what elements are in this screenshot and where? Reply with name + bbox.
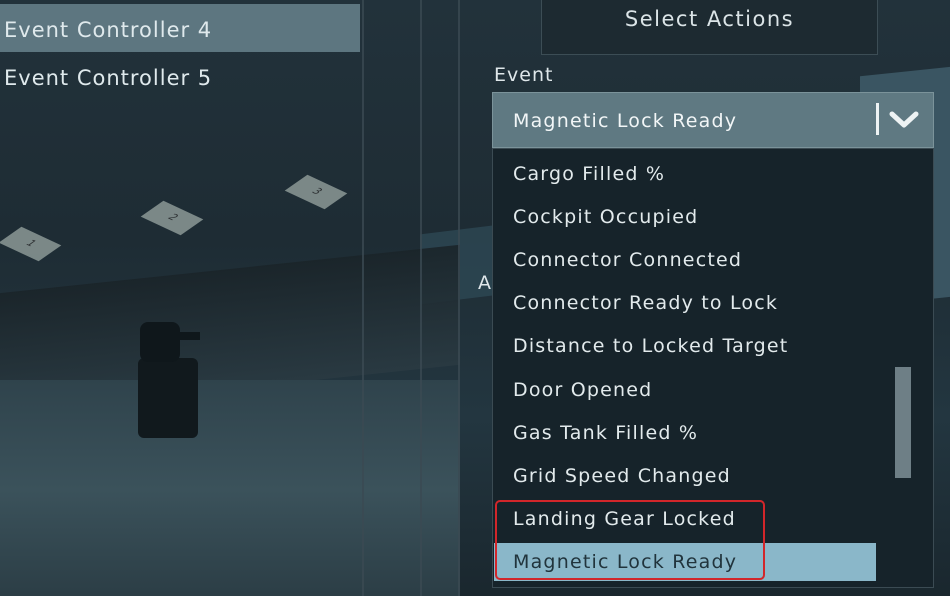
panel-divider xyxy=(362,0,364,596)
option-connector-connected[interactable]: Connector Connected xyxy=(494,241,876,279)
event-dropdown[interactable]: Magnetic Lock Ready xyxy=(492,92,934,148)
highlight-annotation-box xyxy=(495,500,765,580)
option-distance-to-locked-target[interactable]: Distance to Locked Target xyxy=(494,327,876,365)
option-gas-tank-filled[interactable]: Gas Tank Filled % xyxy=(494,414,876,452)
select-actions-button[interactable]: Select Actions xyxy=(541,0,878,55)
list-item-event-controller-4[interactable]: Event Controller 4 xyxy=(0,4,360,52)
scene-tag-3: 3 xyxy=(284,174,348,210)
option-grid-speed-changed[interactable]: Grid Speed Changed xyxy=(494,457,876,495)
option-cargo-filled[interactable]: Cargo Filled % xyxy=(494,155,876,193)
panel-divider xyxy=(458,0,460,596)
option-connector-ready-to-lock[interactable]: Connector Ready to Lock xyxy=(494,284,876,322)
turret-silhouette xyxy=(128,318,208,438)
list-item-event-controller-5[interactable]: Event Controller 5 xyxy=(0,52,360,100)
panel-divider xyxy=(420,0,422,596)
options-scrollbar-thumb[interactable] xyxy=(895,367,911,478)
partial-label: A xyxy=(478,272,491,294)
event-controller-list: Event Controller 4 Event Controller 5 xyxy=(0,4,360,100)
option-door-opened[interactable]: Door Opened xyxy=(494,371,876,409)
dropdown-separator xyxy=(876,103,879,135)
chevron-down-icon[interactable] xyxy=(887,103,921,137)
scene-tag-2: 2 xyxy=(140,200,204,236)
scene-floor xyxy=(0,380,460,596)
scene-tag-1: 1 xyxy=(0,226,62,262)
option-cockpit-occupied[interactable]: Cockpit Occupied xyxy=(494,198,876,236)
event-label: Event xyxy=(494,64,554,86)
event-dropdown-value: Magnetic Lock Ready xyxy=(513,110,738,132)
